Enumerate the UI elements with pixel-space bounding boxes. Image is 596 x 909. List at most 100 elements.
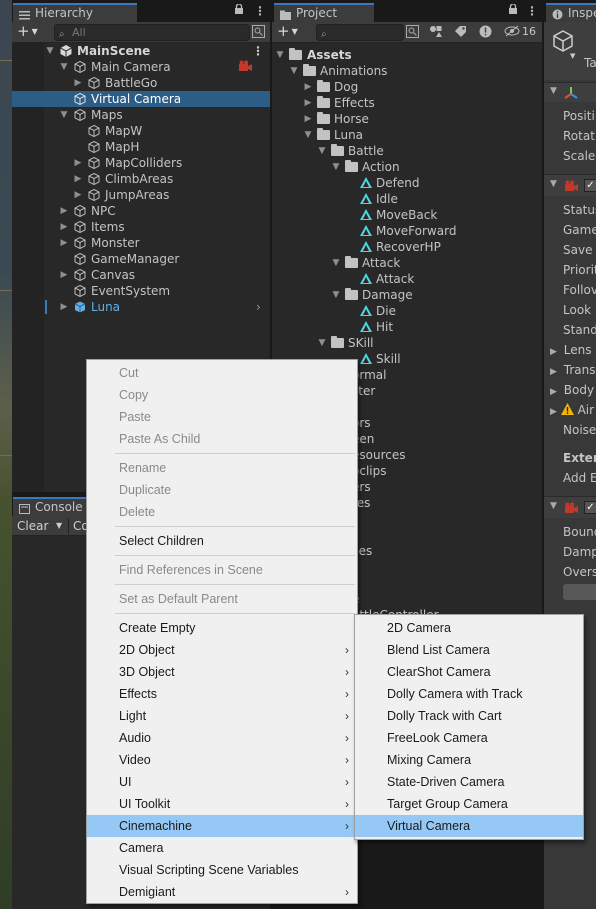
collapsed-arrow-icon[interactable]: ▶ (73, 187, 83, 203)
expand-arrow-icon[interactable]: ▼ (331, 287, 341, 303)
component-header[interactable]: ▼ ✓ (544, 174, 596, 196)
enabled-checkbox[interactable]: ✓ (584, 501, 596, 514)
hierarchy-row[interactable]: MapW (12, 123, 270, 139)
hierarchy-row[interactable]: ▶ MapColliders (12, 155, 270, 171)
expand-arrow-icon[interactable]: ▼ (303, 127, 313, 143)
expand-arrow-icon[interactable]: ▼ (317, 335, 327, 351)
submenu-item-virtual-camera[interactable]: Virtual Camera (355, 815, 583, 837)
filter-by-type-icon[interactable] (429, 25, 443, 41)
project-asset-row[interactable]: RecoverHP (272, 239, 542, 255)
submenu-item-state-driven-camera[interactable]: State-Driven Camera (355, 771, 583, 793)
component-header[interactable]: ▼ ✓ (544, 496, 596, 518)
project-folder-row[interactable]: ▼ SKill (272, 335, 542, 351)
search-options-icon[interactable] (252, 25, 265, 41)
clear-dropdown-icon[interactable]: ▼ (56, 518, 62, 534)
project-folder-row[interactable]: ▼ Animations (272, 63, 542, 79)
inspector-foldout[interactable]: ▶ Lens ( (550, 340, 596, 360)
hierarchy-row[interactable]: ▼ MainScene ⋮ (12, 43, 270, 59)
project-folder-row[interactable]: ▶ Dog (272, 79, 542, 95)
inspector-foldout[interactable]: ▶ Air (550, 400, 594, 420)
hierarchy-search-input[interactable]: ⌕ All (54, 24, 250, 41)
kebab-menu-icon[interactable]: ⋮ (526, 4, 538, 18)
expand-arrow-icon[interactable]: ▼ (331, 159, 341, 175)
menu-item-2d-object[interactable]: 2D Object › (87, 639, 357, 661)
project-folder-row[interactable]: ▼ Luna (272, 127, 542, 143)
submenu-item-freelook-camera[interactable]: FreeLook Camera (355, 727, 583, 749)
expand-arrow-icon[interactable]: ▼ (289, 63, 299, 79)
hierarchy-row[interactable]: MapH (12, 139, 270, 155)
clear-button[interactable]: Clear (15, 518, 50, 534)
hierarchy-row[interactable]: ▼ Main Camera (12, 59, 270, 75)
expand-arrow-icon[interactable]: ▼ (59, 59, 69, 75)
project-folder-row[interactable]: ▶ Horse (272, 111, 542, 127)
collapsed-arrow-icon[interactable]: ▶ (59, 299, 69, 315)
hierarchy-row[interactable]: EventSystem (12, 283, 270, 299)
foldout-arrow-icon[interactable]: ▼ (550, 179, 557, 189)
project-search-input[interactable]: ⌕ (316, 24, 404, 41)
collapsed-arrow-icon[interactable]: ▶ (59, 235, 69, 251)
inspector-foldout[interactable]: ▶ Trans (550, 360, 595, 380)
submenu-item-2d-camera[interactable]: 2D Camera (355, 617, 583, 639)
project-asset-row[interactable]: MoveForward (272, 223, 542, 239)
menu-item-delete[interactable]: Delete (87, 501, 357, 523)
menu-item-select-children[interactable]: Select Children (87, 530, 357, 552)
kebab-menu-icon[interactable]: ⋮ (252, 43, 264, 59)
collapsed-arrow-icon[interactable]: ▶ (303, 111, 313, 127)
expand-arrow-icon[interactable]: ▼ (275, 47, 285, 63)
project-asset-row[interactable]: Attack (272, 271, 542, 287)
project-folder-row[interactable]: ▶ Effects (272, 95, 542, 111)
project-asset-row[interactable]: Hit (272, 319, 542, 335)
expand-arrow-icon[interactable]: ▼ (317, 143, 327, 159)
foldout-arrow-icon[interactable]: ▼ (550, 86, 557, 96)
menu-item-find-references[interactable]: Find References in Scene (87, 559, 357, 581)
menu-item-demigiant[interactable]: Demigiant › (87, 881, 357, 903)
expand-arrow-icon[interactable]: ▼ (59, 107, 69, 123)
hierarchy-row[interactable]: GameManager (12, 251, 270, 267)
hierarchy-row[interactable]: ▶ ClimbAreas (12, 171, 270, 187)
menu-item-cinemachine[interactable]: Cinemachine › (87, 815, 357, 837)
menu-item-rename[interactable]: Rename (87, 457, 357, 479)
expand-arrow-icon[interactable]: ▼ (45, 43, 55, 59)
hierarchy-row[interactable]: ▶ Items (12, 219, 270, 235)
menu-item-visual-scripting-scene-variables[interactable]: Visual Scripting Scene Variables (87, 859, 357, 881)
create-button[interactable]: + ▼ (17, 23, 38, 40)
hierarchy-row[interactable]: ▶ Canvas (12, 267, 270, 283)
lock-icon[interactable] (234, 3, 244, 18)
menu-item-set-default-parent[interactable]: Set as Default Parent (87, 588, 357, 610)
menu-item-light[interactable]: Light › (87, 705, 357, 727)
hierarchy-row[interactable]: ▶ JumpAreas (12, 187, 270, 203)
project-folder-row[interactable]: ▼ Battle (272, 143, 542, 159)
hierarchy-row[interactable]: ▶ BattleGo (12, 75, 270, 91)
collapsed-arrow-icon[interactable]: ▶ (59, 267, 69, 283)
hierarchy-row[interactable]: ▶ NPC (12, 203, 270, 219)
project-folder-row[interactable]: ▼ Assets (272, 47, 542, 63)
collapsed-arrow-icon[interactable]: ▶ (73, 155, 83, 171)
project-asset-row[interactable]: Idle (272, 191, 542, 207)
collapsed-arrow-icon[interactable]: ▶ (59, 203, 69, 219)
collapsed-arrow-icon[interactable]: ▶ (303, 95, 313, 111)
foldout-arrow-icon[interactable]: ▶ (550, 387, 557, 397)
menu-item-ui-toolkit[interactable]: UI Toolkit › (87, 793, 357, 815)
hierarchy-row[interactable]: ▼ Maps (12, 107, 270, 123)
kebab-menu-icon[interactable]: ⋮ (254, 4, 266, 18)
menu-item-3d-object[interactable]: 3D Object › (87, 661, 357, 683)
info-warning-icon[interactable] (479, 25, 492, 41)
expand-arrow-icon[interactable]: ▼ (331, 255, 341, 271)
project-asset-row[interactable]: Defend (272, 175, 542, 191)
menu-item-ui[interactable]: UI › (87, 771, 357, 793)
transform-header[interactable]: ▼ (544, 82, 596, 102)
menu-item-create-empty[interactable]: Create Empty (87, 617, 357, 639)
menu-item-copy[interactable]: Copy (87, 384, 357, 406)
project-asset-row[interactable]: MoveBack (272, 207, 542, 223)
menu-item-audio[interactable]: Audio › (87, 727, 357, 749)
hierarchy-row[interactable]: ▶ Monster (12, 235, 270, 251)
hidden-packages-icon[interactable] (504, 25, 520, 40)
submenu-item-mixing-camera[interactable]: Mixing Camera (355, 749, 583, 771)
hierarchy-row[interactable]: ▶ Luna › (12, 299, 270, 315)
collapsed-arrow-icon[interactable]: ▶ (73, 171, 83, 187)
tab-inspector[interactable]: Inspe (546, 3, 596, 22)
enabled-checkbox[interactable]: ✓ (584, 179, 596, 192)
submenu-item-dolly-track-with-cart[interactable]: Dolly Track with Cart (355, 705, 583, 727)
inspector-button[interactable] (563, 584, 596, 600)
inspector-foldout[interactable]: ▶ Body (550, 380, 594, 400)
